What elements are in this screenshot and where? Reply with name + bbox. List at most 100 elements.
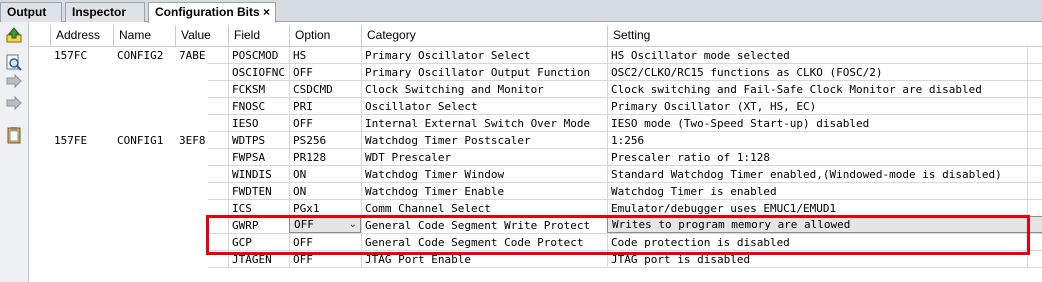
option-cell[interactable]: PR128 — [289, 149, 361, 166]
option-cell[interactable]: OFF — [289, 64, 361, 81]
field-cell: JTAGEN — [232, 253, 272, 266]
setting-cell[interactable]: Emulator/debugger uses EMUC1/EMUD1 — [607, 200, 1027, 217]
table-row[interactable]: WINDIS ON Watchdog Timer Window Standard Wa… — [30, 166, 1042, 183]
category-cell: Watchdog Timer Enable — [365, 185, 505, 198]
column-divider — [1027, 64, 1028, 81]
tab-configuration-bits[interactable]: Configuration Bits × — [148, 2, 276, 23]
name-cell — [113, 81, 175, 98]
field-cell: FWDTEN — [232, 185, 272, 198]
table-header: Address Name Value Field Option Category… — [30, 25, 1042, 47]
column-divider — [1027, 200, 1028, 217]
field-cell: GCP — [232, 236, 252, 249]
setting-cell[interactable]: HS Oscillator mode selected — [607, 47, 1027, 64]
option-cell[interactable]: PS256 — [289, 132, 361, 149]
table-row[interactable]: JTAGEN OFF JTAG Port Enable JTAG port is di… — [30, 251, 1042, 268]
name-cell: CONFIG1 — [117, 134, 164, 147]
name-cell — [113, 234, 175, 251]
address-cell — [50, 251, 113, 268]
option-cell[interactable]: OFF — [289, 234, 361, 251]
column-header-name[interactable]: Name — [113, 25, 175, 46]
category-cell: Primary Oscillator Output Function — [365, 66, 591, 79]
table-row[interactable]: GWRP OFF ⌄ General Code Segment Write Prote… — [30, 216, 1042, 234]
column-divider — [1027, 115, 1028, 132]
tab-inspector-label: Inspector — [72, 5, 127, 19]
tab-bar: Output Inspector Configuration Bits × — [0, 0, 1042, 23]
load-icon[interactable] — [5, 26, 23, 44]
table-row[interactable]: GCP OFF General Code Segment Code Protect C… — [30, 234, 1042, 251]
setting-cell[interactable]: Prescaler ratio of 1:128 — [607, 149, 1027, 166]
field-cell: FCKSM — [232, 83, 266, 96]
option-cell[interactable]: CSDCMD — [289, 81, 361, 98]
setting-cell[interactable]: IESO mode (Two-Speed Start-up) disabled — [607, 115, 1027, 132]
table-row[interactable]: FNOSC PRI Oscillator Select Primary Oscilla… — [30, 98, 1042, 115]
category-cell: General Code Segment Code Protect — [365, 236, 584, 249]
option-cell[interactable]: ON — [289, 166, 361, 183]
column-header-value[interactable]: Value — [175, 25, 228, 46]
value-cell — [175, 183, 228, 200]
category-cell: JTAG Port Enable — [365, 253, 471, 266]
column-divider — [1027, 81, 1028, 98]
category-cell: General Code Segment Write Protect — [365, 219, 591, 232]
setting-cell[interactable]: 1:256 — [607, 132, 1027, 149]
category-cell: WDT Prescaler — [365, 151, 452, 164]
table-row[interactable]: FWDTEN ON Watchdog Timer Enable Watchdog Ti… — [30, 183, 1042, 200]
column-header-category[interactable]: Category — [361, 25, 607, 46]
setting-cell[interactable]: Watchdog Timer is enabled — [607, 183, 1027, 200]
value-cell — [175, 81, 228, 98]
close-icon[interactable]: × — [263, 3, 270, 21]
option-dropdown[interactable]: OFF ⌄ — [289, 216, 361, 233]
table-row[interactable]: OSCIOFNC OFF Primary Oscillator Output Fun… — [30, 64, 1042, 81]
table-row[interactable]: IESO OFF Internal External Switch Over Mod… — [30, 115, 1042, 132]
merge-icon[interactable] — [5, 74, 23, 92]
value-cell — [175, 98, 228, 115]
option-cell[interactable]: PGx1 — [289, 200, 361, 217]
setting-dropdown[interactable]: Writes to program memory are allowed⌄ — [607, 216, 1042, 233]
setting-cell[interactable]: OSC2/CLKO/RC15 functions as CLKO (FOSC/2… — [607, 64, 1027, 81]
clipboard-icon[interactable] — [5, 126, 23, 144]
value-cell — [175, 234, 228, 251]
column-divider — [1027, 166, 1028, 183]
setting-cell[interactable]: Standard Watchdog Timer enabled,(Windowe… — [607, 166, 1027, 183]
search-icon[interactable] — [5, 54, 23, 72]
option-cell[interactable]: HS — [289, 47, 361, 64]
table-row[interactable]: 157FC CONFIG2 7ABE POSCMOD HS Primary Oscilla… — [30, 47, 1042, 64]
column-header-field[interactable]: Field — [228, 25, 289, 46]
field-cell: POSCMOD — [232, 49, 279, 62]
field-cell: WDTPS — [232, 134, 266, 147]
column-divider — [1027, 47, 1028, 64]
category-cell: Comm Channel Select — [365, 202, 491, 215]
column-header-option[interactable]: Option — [289, 25, 361, 46]
table-row[interactable]: FWPSA PR128 WDT Prescaler Prescaler ratio o… — [30, 149, 1042, 166]
address-cell — [50, 183, 113, 200]
setting-cell[interactable]: Code protection is disabled — [607, 234, 1027, 251]
address-cell — [50, 166, 113, 183]
table-row[interactable]: ICS PGx1 Comm Channel Select Emulator/debug… — [30, 200, 1042, 217]
setting-cell[interactable]: Primary Oscillator (XT, HS, EC) — [607, 98, 1027, 115]
option-cell[interactable]: PRI — [289, 98, 361, 115]
address-cell — [50, 149, 113, 166]
config-bits-table: Address Name Value Field Option Category… — [30, 22, 1042, 282]
name-cell — [113, 98, 175, 115]
column-header-address[interactable]: Address — [50, 25, 113, 46]
field-cell: ICS — [232, 202, 252, 215]
table-row[interactable]: FCKSM CSDCMD Clock Switching and Monitor Cl… — [30, 81, 1042, 98]
name-cell — [113, 64, 175, 81]
setting-cell[interactable]: Clock switching and Fail-Safe Clock Moni… — [607, 81, 1027, 98]
setting-cell[interactable]: JTAG port is disabled — [607, 251, 1027, 268]
column-header-setting[interactable]: Setting — [607, 25, 1027, 46]
chevron-down-icon[interactable]: ⌄ — [349, 217, 357, 232]
value-cell — [175, 149, 228, 166]
option-cell[interactable]: OFF — [289, 115, 361, 132]
option-cell[interactable]: OFF — [289, 251, 361, 268]
category-cell: Clock Switching and Monitor — [365, 83, 544, 96]
table-row[interactable]: 157FE CONFIG1 3EF8 WDTPS PS256 Watchdog Timer… — [30, 132, 1042, 149]
setting-dropdown-value: Writes to program memory are allowed — [612, 218, 851, 231]
value-cell: 7ABE — [179, 49, 206, 62]
tab-inspector[interactable]: Inspector — [65, 2, 145, 22]
option-dropdown-value: OFF — [294, 218, 314, 231]
tab-output[interactable]: Output — [0, 2, 62, 22]
option-cell[interactable]: ON — [289, 183, 361, 200]
value-cell — [175, 115, 228, 132]
tab-output-label: Output — [7, 5, 47, 19]
split-icon[interactable] — [5, 96, 23, 114]
